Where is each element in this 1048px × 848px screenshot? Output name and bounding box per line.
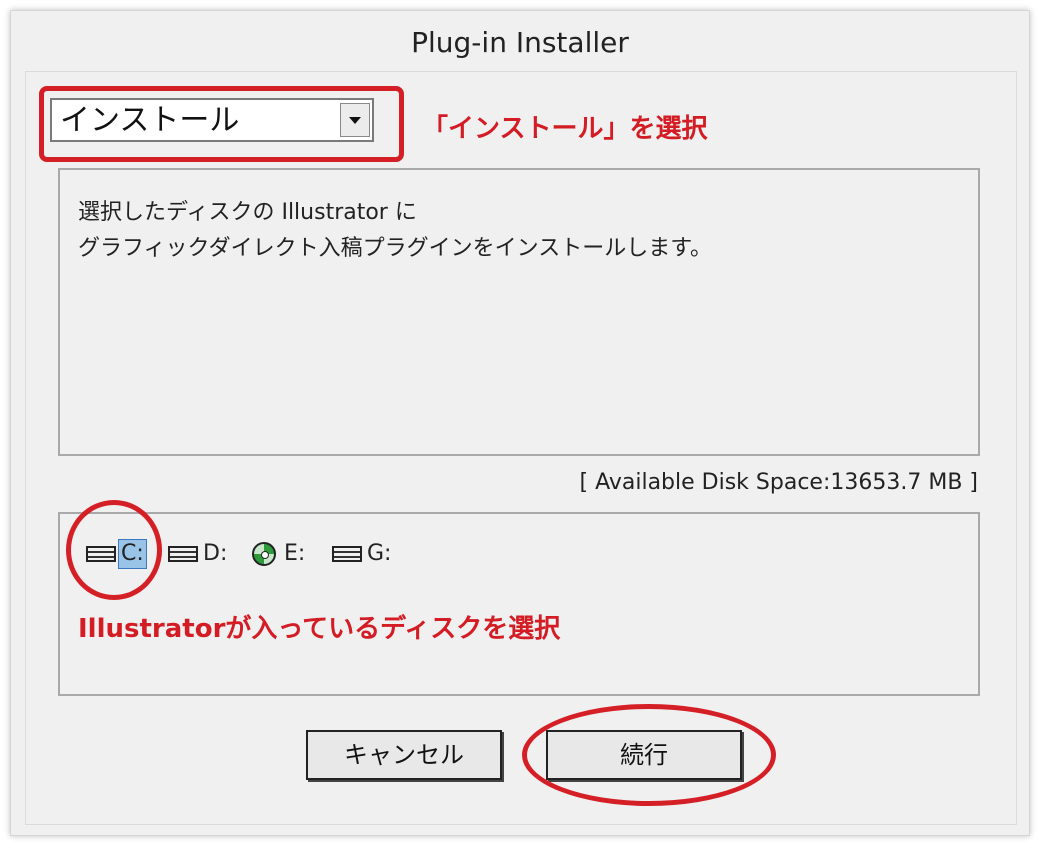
hard-drive-icon (168, 546, 198, 562)
drive-label: E: (284, 541, 306, 566)
annotation-highlight-drive-c (66, 500, 162, 600)
drive-selector: C: D: E: G: (58, 512, 980, 696)
description-line: グラフィックダイレクト入稿プラグインをインストールします。 (78, 236, 713, 261)
drive-item-g[interactable]: G: (332, 540, 393, 568)
annotation-select-disk: Illustratorが入っているディスクを選択 (78, 614, 561, 644)
drive-label: G: (367, 541, 392, 566)
description-box: 選択したディスクの Illustrator に グラフィックダイレクト入稿プラグ… (58, 168, 980, 456)
drive-label: D: (203, 541, 228, 566)
hard-drive-icon (332, 546, 362, 562)
cancel-button[interactable]: キャンセル (306, 730, 502, 780)
drive-item-e[interactable]: E: (252, 540, 307, 568)
description-line: 選択したディスクの Illustrator に (78, 200, 417, 225)
optical-disc-icon (252, 542, 276, 566)
annotation-highlight-continue (522, 704, 776, 806)
available-disk-space: [ Available Disk Space:13653.7 MB ] (579, 470, 978, 495)
drive-item-d[interactable]: D: (168, 540, 229, 568)
window-title: Plug-in Installer (411, 26, 629, 59)
annotation-highlight-mode-select (39, 86, 404, 162)
annotation-select-install: 「インストール」を選択 (422, 114, 708, 144)
